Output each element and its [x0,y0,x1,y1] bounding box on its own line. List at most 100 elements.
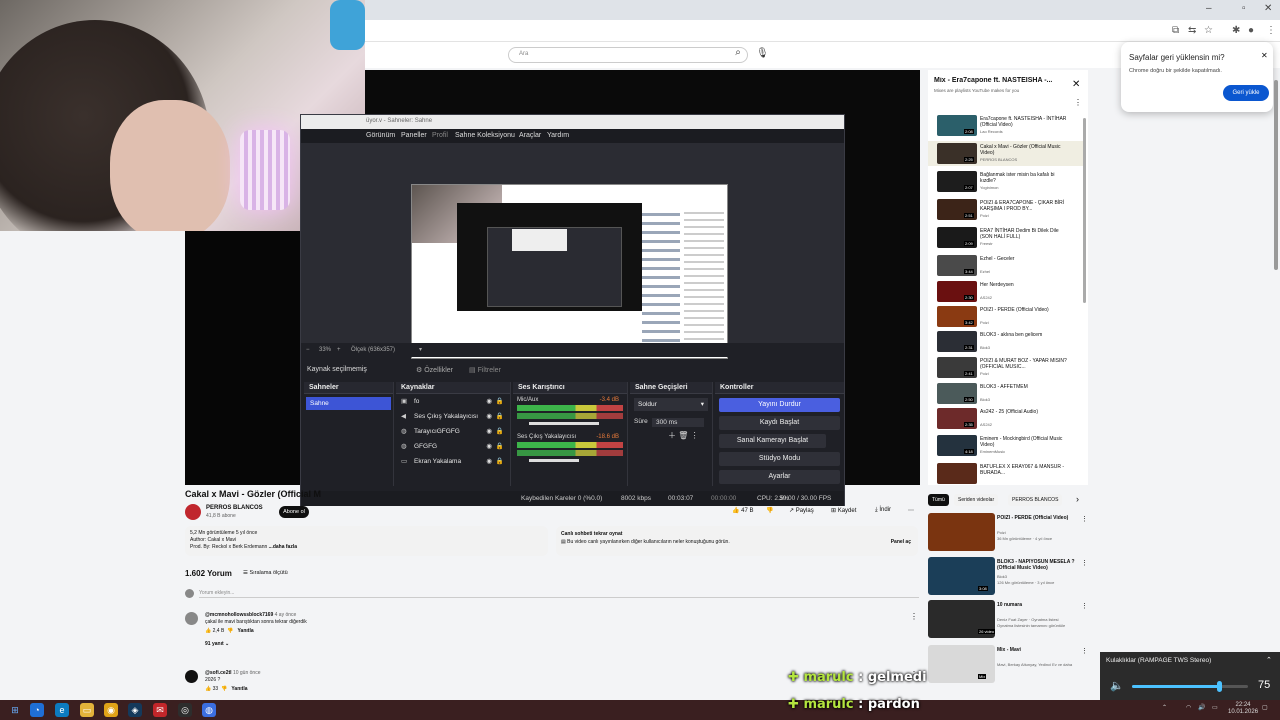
playlist-item-title[interactable]: BLOK3 - AFFETMEM [980,384,1070,390]
volume-slider[interactable] [529,422,599,425]
download-button[interactable]: ⤓ İndir [875,507,891,514]
eye-icon[interactable]: ◉ [486,409,492,424]
chevron-down-icon[interactable]: ▾ [419,346,422,353]
eye-icon[interactable]: ◉ [486,454,492,469]
file-explorer-icon[interactable]: ▭ [80,703,94,717]
lock-icon[interactable]: 🔒 [496,424,504,439]
search-input[interactable]: Ara [508,47,748,63]
lock-icon[interactable]: 🔒 [496,454,504,469]
playlist-item-title[interactable]: As242 - 25 (Official Audio) [980,409,1070,415]
playlist-item[interactable]: 2:25 Cakal x Mavi - Gözler (Official Musi… [928,141,1083,166]
profile-icon[interactable]: ● [1248,25,1254,36]
lock-icon[interactable]: 🔒 [496,439,504,454]
app-icon-red[interactable]: ✉ [153,703,167,717]
playlist-item-title[interactable]: Bağlanmak ister misin ba kafalı bi kızdl… [980,172,1070,184]
more-icon[interactable]: ⋮ [1081,559,1088,567]
close-icon[interactable]: ✕ [1261,51,1268,60]
more-icon[interactable]: ⋮ [1081,647,1088,655]
playlist-item-title[interactable]: Eminem - Mockingbird (Official Music Vid… [980,436,1070,448]
playlist-item[interactable]: 3:42 POIZI - PERDE (Official Video) Poizi [928,304,1083,329]
comment-user[interactable]: @sofi.ce2tl [205,670,232,676]
recommendation-title[interactable]: Mix - Mavi [997,647,1079,653]
recommendation-item[interactable]: 3:08 BLOK3 - NAPIYOSUN MESELA ? (Official… [928,557,1088,597]
zoom-in-icon[interactable]: + [337,347,341,353]
save-button[interactable]: ⊞ Kaydet [831,507,856,514]
show-more-link[interactable]: ...daha fazla [269,544,297,550]
playlist-item-title[interactable]: POIZI & ERA7CAPONE - ÇIKAR BİRİ KARŞIMA … [980,200,1070,212]
obs-menu-docks[interactable]: Paneller [401,132,427,139]
recommendation-title[interactable]: 10 numara [997,602,1079,608]
close-icon[interactable]: ✕ [1264,3,1272,14]
playlist-item[interactable]: 3:44 Ezhel - Geceler Ezhel [928,253,1083,278]
avatar[interactable] [185,670,198,683]
properties-button[interactable]: ⚙ Özellikler [416,366,453,374]
more-icon[interactable]: ⋮ [691,431,699,440]
playlist-thumbnail[interactable] [937,463,977,484]
chrome-icon[interactable]: ◍ [202,703,216,717]
obs-preview[interactable] [301,143,844,359]
like-button[interactable]: 👍 47 B [732,507,753,514]
source-item[interactable]: ◀ Ses Çıkış Yakalayıcısı ◉ 🔒 [396,409,510,424]
obs-menu-profile[interactable]: Profil [432,132,448,139]
volume-thumb[interactable] [1217,681,1222,692]
lock-icon[interactable]: 🔒 [496,394,504,409]
playlist-item-title[interactable]: BLOK3 - aklına ben gelicem [980,332,1070,338]
source-item[interactable]: ▭ Ekran Yakalama ◉ 🔒 [396,454,510,469]
source-item[interactable]: ▣ fo ◉ 🔒 [396,394,510,409]
start-virtual-camera-button[interactable]: Sanal Kamerayı Başlat [719,434,826,448]
filters-button[interactable]: ▤ Filtreler [469,366,501,374]
studio-mode-button[interactable]: Stüdyo Modu [719,452,840,466]
stop-stream-button[interactable]: Yayını Durdur [719,398,840,412]
dislike-icon[interactable]: 👎 [227,628,233,634]
recommendation-item[interactable]: 26 video 10 numara Deniz Fuat Zayer · Oyna… [928,600,1088,640]
notification-icon[interactable]: ▢ [1262,704,1268,711]
trash-icon[interactable]: 🗑 [678,431,688,440]
comment-user[interactable]: @mcmnohollowssblock7169 [205,612,273,618]
settings-button[interactable]: Ayarlar [719,470,840,484]
channel-avatar[interactable] [185,504,201,520]
translate-icon[interactable]: ⇆ [1188,25,1196,36]
install-icon[interactable]: ⧉ [1172,25,1179,36]
page-scrollbar[interactable] [1274,80,1278,270]
duration-input[interactable]: 300 ms [652,418,704,427]
microphone-icon[interactable]: 🎙 [756,48,769,59]
eye-icon[interactable]: ◉ [486,394,492,409]
obs-menu-help[interactable]: Yardım [547,132,569,139]
share-button[interactable]: ↗ Paylaş [789,507,814,514]
playlist-item-title[interactable]: Ezhel - Geceler [980,256,1070,262]
eye-icon[interactable]: ◉ [486,424,492,439]
obs-menu-scene-collection[interactable]: Sahne Koleksiyonu [455,132,515,139]
scene-item[interactable]: Sahne [306,397,391,410]
chevron-right-icon[interactable]: › [1076,494,1079,504]
add-comment-input[interactable]: Yorum ekleyin... [199,590,234,597]
video-description[interactable]: 5,2 Mn görüntüleme 5 yıl önce Author: Ca… [185,526,548,556]
playlist-item[interactable]: 2:09 ERA7 İNTİHAR Dedim Bi Dilek Dile (SO… [928,225,1083,250]
source-item[interactable]: ◍ GFGFG ◉ 🔒 [396,439,510,454]
star-icon[interactable]: ☆ [1204,25,1213,36]
edge-icon[interactable]: e [55,703,69,717]
chip-all[interactable]: Tümü [928,494,949,506]
like-icon[interactable]: 👍 [205,628,211,634]
source-item[interactable]: ◍ TarayıcıGFGFG ◉ 🔒 [396,424,510,439]
maximize-icon[interactable]: ▫ [1242,3,1246,14]
steam-icon[interactable]: ◈ [128,703,142,717]
chip-series[interactable]: Seriden videolar [954,494,999,506]
transition-select[interactable]: Soldur ▾ [634,398,708,411]
playlist-item-title[interactable]: POIZI & MURAT BOZ - YAPAR MISIN? (OFFICI… [980,358,1070,370]
start-recording-button[interactable]: Kaydı Başlat [719,416,840,430]
close-icon[interactable]: ✕ [1072,79,1080,90]
playlist-item[interactable]: 2:50 BLOK3 - AFFETMEM Blok3 [928,381,1083,406]
obs-menu-view[interactable]: Görünüm [366,132,395,139]
playlist-item-title[interactable]: Her Nerdeysen [980,282,1070,288]
recommendation-title[interactable]: BLOK3 - NAPIYOSUN MESELA ? (Official Mus… [997,559,1079,571]
lock-icon[interactable]: 🔒 [496,409,504,424]
playlist-item-title[interactable]: POIZI - PERDE (Official Video) [980,307,1070,313]
chevron-up-icon[interactable]: ⌃ [1266,656,1272,664]
recommendation-item[interactable]: Mix Mix - Mavi Mavi, Berkay Altunyay, Yedi… [928,645,1088,685]
reply-button[interactable]: Yanıtla [231,686,247,692]
more-icon[interactable]: ⋯ [908,507,914,514]
clock[interactable]: 22:24 10.01.2026 [1228,702,1258,716]
playlist-scrollbar[interactable] [1083,118,1086,303]
wifi-icon[interactable]: ◠ [1186,704,1191,711]
dislike-icon[interactable]: 👎 [221,686,227,692]
